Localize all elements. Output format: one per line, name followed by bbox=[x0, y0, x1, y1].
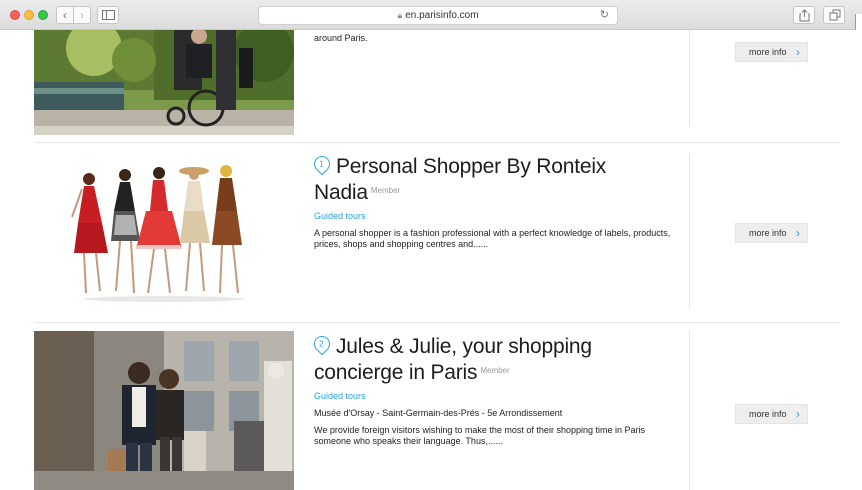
more-info-label: more info bbox=[749, 228, 787, 238]
wheelchair-photo-image bbox=[34, 30, 294, 135]
listing-divider bbox=[689, 153, 690, 308]
tabs-button[interactable] bbox=[823, 6, 845, 24]
listing-photo-shopping[interactable] bbox=[34, 331, 294, 490]
listing-description: We provide foreign visitors wishing to m… bbox=[314, 425, 645, 446]
chevron-right-icon: › bbox=[796, 45, 800, 59]
lock-icon: 🔒︎ bbox=[397, 10, 403, 20]
listing-title-text: Jules & Julie, your shopping concierge i… bbox=[314, 335, 592, 384]
member-badge: Member bbox=[480, 366, 510, 375]
map-pin-icon: 2 bbox=[310, 332, 334, 356]
window-edge bbox=[855, 14, 862, 30]
chevron-right-icon: › bbox=[80, 8, 84, 22]
listing-photo-wheelchair[interactable] bbox=[34, 30, 294, 135]
back-button[interactable]: ‹ bbox=[56, 6, 74, 24]
more-info-label: more info bbox=[749, 409, 787, 419]
listing-info: 1 Personal Shopper By Ronteix Nadia Member… bbox=[310, 152, 674, 250]
more-info-button[interactable]: more info › bbox=[735, 223, 808, 243]
reload-icon[interactable]: ↻ bbox=[600, 7, 609, 24]
listing-photo-fashion-sketch[interactable] bbox=[34, 153, 294, 308]
listing-item: 1 Personal Shopper By Ronteix Nadia Member… bbox=[0, 143, 862, 323]
more-info-label: more info bbox=[749, 47, 787, 57]
listing-category[interactable]: Guided tours bbox=[314, 211, 674, 221]
listing-title[interactable]: 1 Personal Shopper By Ronteix Nadia Member bbox=[310, 152, 674, 205]
shopping-street-photo-image bbox=[34, 331, 294, 490]
minimize-window-icon[interactable] bbox=[24, 10, 34, 20]
share-icon bbox=[799, 9, 810, 22]
listing-location: Musée d'Orsay - Saint-Germain-des-Prés -… bbox=[314, 408, 563, 418]
chevron-left-icon: ‹ bbox=[63, 8, 67, 22]
listing-results: around Paris. more info › 1 Personal Sho… bbox=[0, 30, 862, 490]
listing-title[interactable]: 2 Jules & Julie, your shopping concierge … bbox=[310, 332, 674, 385]
listing-description: A personal shopper is a fashion professi… bbox=[314, 228, 671, 249]
tabs-icon bbox=[829, 9, 841, 21]
map-pin-icon: 1 bbox=[310, 152, 334, 176]
chevron-right-icon: › bbox=[796, 407, 800, 421]
listing-description: around Paris. bbox=[314, 33, 368, 43]
chevron-right-icon: › bbox=[796, 226, 800, 240]
more-info-button[interactable]: more info › bbox=[735, 42, 808, 62]
fashion-illustration-image bbox=[34, 153, 294, 308]
listing-divider bbox=[689, 331, 690, 490]
listing-item: 2 Jules & Julie, your shopping concierge … bbox=[0, 323, 862, 490]
listing-item: around Paris. more info › bbox=[0, 30, 862, 143]
url-text: en.parisinfo.com bbox=[405, 10, 479, 21]
listing-category[interactable]: Guided tours bbox=[314, 391, 674, 401]
listing-title-text: Personal Shopper By Ronteix Nadia bbox=[314, 155, 607, 204]
address-bar[interactable]: 🔒︎ en.parisinfo.com ↻ bbox=[258, 6, 618, 25]
browser-toolbar: ‹ › 🔒︎ en.parisinfo.com ↻ bbox=[0, 0, 862, 30]
sidebar-icon bbox=[102, 10, 115, 20]
forward-button[interactable]: › bbox=[73, 6, 91, 24]
member-badge: Member bbox=[370, 186, 401, 195]
listing-info: 2 Jules & Julie, your shopping concierge … bbox=[310, 332, 674, 447]
browser-window: ‹ › 🔒︎ en.parisinfo.com ↻ around Paris. … bbox=[0, 0, 862, 490]
share-button[interactable] bbox=[793, 6, 815, 24]
more-info-button[interactable]: more info › bbox=[735, 404, 808, 424]
pin-number: 2 bbox=[319, 339, 324, 349]
listing-divider bbox=[689, 30, 690, 127]
pin-number: 1 bbox=[319, 159, 324, 169]
sidebar-button[interactable] bbox=[97, 6, 119, 24]
zoom-window-icon[interactable] bbox=[38, 10, 48, 20]
close-window-icon[interactable] bbox=[10, 10, 20, 20]
listing-info: around Paris. bbox=[314, 33, 674, 44]
